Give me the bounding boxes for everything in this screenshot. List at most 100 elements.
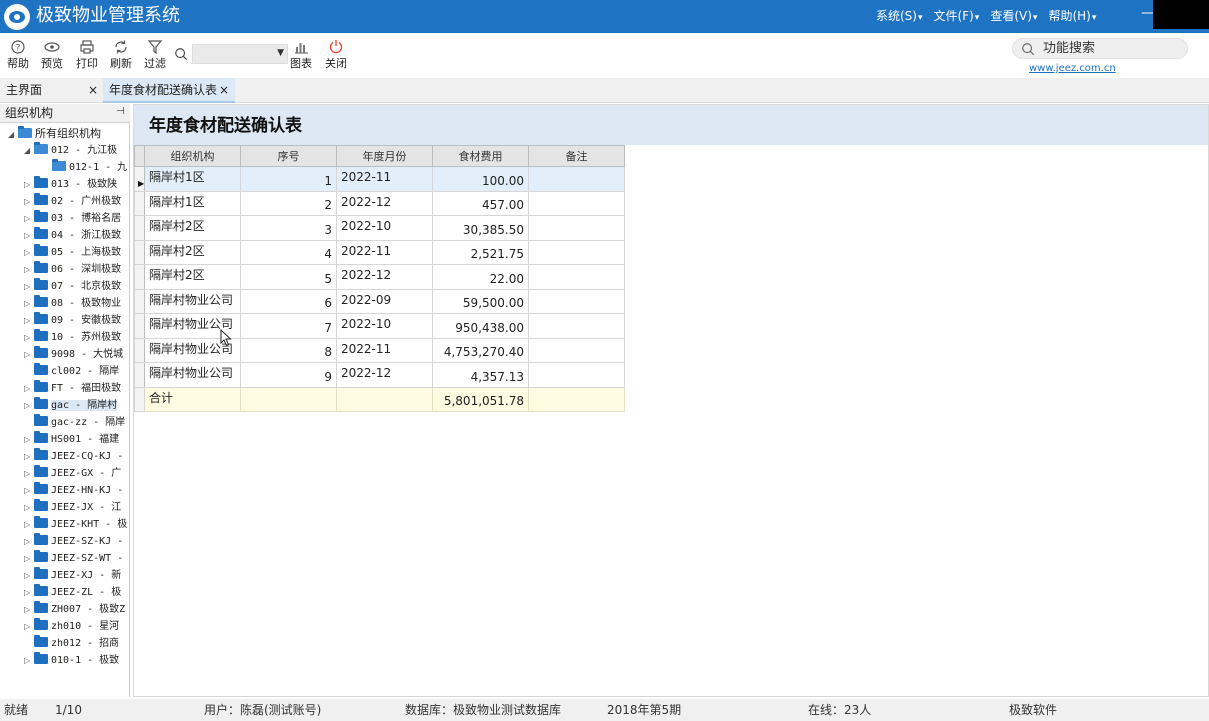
expand-icon[interactable]: ▷ bbox=[24, 261, 34, 278]
chevron-down-icon[interactable]: ▼ bbox=[277, 48, 284, 58]
expand-icon[interactable]: ▷ bbox=[24, 516, 34, 533]
refresh-button[interactable]: 刷新 bbox=[104, 37, 138, 71]
table-row[interactable]: 隔岸村物业公司 7 2022-10 950,438.00 bbox=[134, 313, 625, 339]
tree-node[interactable]: ▷ 9098 - 大悦城 bbox=[24, 346, 123, 363]
expand-icon[interactable]: ▷ bbox=[24, 601, 34, 618]
filter-button[interactable]: 过滤 bbox=[138, 37, 172, 71]
tree-node[interactable]: ▷ JEEZ-XJ - 新 bbox=[24, 567, 121, 584]
function-search-input[interactable]: 功能搜索 bbox=[1012, 38, 1188, 59]
collapse-icon[interactable]: ◢ bbox=[8, 126, 18, 143]
expand-icon[interactable]: ▷ bbox=[24, 533, 34, 550]
menu-system[interactable]: 系统(S) bbox=[876, 8, 923, 26]
folder-icon bbox=[34, 431, 48, 443]
table-row[interactable]: 隔岸村物业公司 6 2022-09 59,500.00 bbox=[134, 288, 625, 314]
tree-node[interactable]: ▷ JEEZ-CQ-KJ - bbox=[24, 448, 123, 465]
tree-node[interactable]: ▷ 10 - 苏州极致 bbox=[24, 329, 121, 346]
table-row[interactable]: 隔岸村2区 4 2022-11 2,521.75 bbox=[134, 239, 625, 265]
expand-icon[interactable]: ▷ bbox=[24, 499, 34, 516]
expand-icon[interactable]: ▷ bbox=[24, 465, 34, 482]
tree-node[interactable]: ▷ JEEZ-JX - 江 bbox=[24, 499, 121, 516]
table-row[interactable]: 隔岸村2区 5 2022-12 22.00 bbox=[134, 264, 625, 290]
table-row[interactable]: 隔岸村物业公司 8 2022-11 4,753,270.40 bbox=[134, 337, 625, 363]
tree-node[interactable]: ▷ 010-1 - 极致 bbox=[24, 652, 119, 669]
expand-icon[interactable]: ▷ bbox=[24, 550, 34, 567]
table-row[interactable]: 隔岸村1区 2 2022-12 457.00 bbox=[134, 190, 625, 216]
close-icon[interactable]: × bbox=[88, 78, 98, 103]
column-header-note[interactable]: 备注 bbox=[528, 145, 625, 167]
expand-icon[interactable]: ▷ bbox=[24, 652, 34, 669]
table-row[interactable]: 隔岸村2区 3 2022-10 30,385.50 bbox=[134, 215, 625, 241]
tree-node[interactable]: 012-1 - 九 bbox=[42, 159, 127, 176]
tree-node[interactable]: ▷ 08 - 极致物业 bbox=[24, 295, 121, 312]
tab-main[interactable]: 主界面 × bbox=[0, 78, 103, 103]
expand-icon[interactable]: ▷ bbox=[24, 618, 34, 635]
search-icon bbox=[1022, 43, 1035, 56]
tree-node[interactable]: ▷ FT - 福田极致 bbox=[24, 380, 121, 397]
tree-node[interactable]: ▷ 04 - 浙江极致 bbox=[24, 227, 121, 244]
tree-node[interactable]: ▷ 07 - 北京极致 bbox=[24, 278, 121, 295]
website-link[interactable]: www.jeez.com.cn bbox=[1029, 63, 1116, 74]
expand-icon[interactable]: ▷ bbox=[24, 295, 34, 312]
tree-node[interactable]: ▷ HS001 - 福建 bbox=[24, 431, 119, 448]
window-controls[interactable] bbox=[1153, 0, 1209, 29]
pin-icon[interactable]: ⊣ bbox=[116, 106, 125, 117]
table-row[interactable]: 隔岸村物业公司 9 2022-12 4,357.13 bbox=[134, 362, 625, 388]
preview-button[interactable]: 预览 bbox=[35, 37, 69, 71]
column-header-cost[interactable]: 食材费用 bbox=[432, 145, 529, 167]
close-report-button[interactable]: 关闭 bbox=[319, 37, 353, 71]
menu-file[interactable]: 文件(F) bbox=[934, 8, 980, 26]
tree-node[interactable]: cl002 - 隔岸 bbox=[24, 363, 119, 380]
column-header-seq[interactable]: 序号 bbox=[240, 145, 337, 167]
expand-icon[interactable]: ▷ bbox=[24, 584, 34, 601]
expand-icon[interactable]: ▷ bbox=[24, 567, 34, 584]
collapse-icon[interactable]: ◢ bbox=[24, 142, 34, 159]
print-button[interactable]: 打印 bbox=[70, 37, 104, 71]
tab-report[interactable]: 年度食材配送确认表 × bbox=[103, 78, 235, 103]
expand-icon[interactable]: ▷ bbox=[24, 193, 34, 210]
tree-node-selected[interactable]: ▷ gac - 隔岸村 bbox=[24, 397, 118, 414]
menu-help[interactable]: 帮助(H) bbox=[1048, 8, 1096, 26]
tree-node[interactable]: ▷ ZH007 - 极致Z bbox=[24, 601, 125, 618]
expand-icon[interactable]: ▷ bbox=[24, 380, 34, 397]
expand-icon[interactable]: ▷ bbox=[24, 346, 34, 363]
tree-node[interactable]: ▷ JEEZ-HN-KJ - bbox=[24, 482, 123, 499]
close-icon[interactable]: × bbox=[219, 78, 229, 103]
expand-icon[interactable]: ▷ bbox=[24, 278, 34, 295]
tree-node[interactable]: ▷ 06 - 深圳极致 bbox=[24, 261, 121, 278]
tree-node[interactable]: gac-zz - 隔岸 bbox=[24, 414, 125, 431]
tree-node[interactable]: ▷ JEEZ-KHT - 极 bbox=[24, 516, 127, 533]
expand-icon[interactable]: ▷ bbox=[24, 227, 34, 244]
tree-node[interactable]: ▷ JEEZ-SZ-KJ - bbox=[24, 533, 123, 550]
tree-node[interactable]: ▷ zh010 - 星河 bbox=[24, 618, 119, 635]
help-button[interactable]: ? 帮助 bbox=[1, 37, 35, 71]
expand-icon[interactable]: ▷ bbox=[24, 176, 34, 193]
expand-icon[interactable]: ▷ bbox=[24, 397, 34, 414]
tree-node[interactable]: ▷ 02 - 广州极致 bbox=[24, 193, 121, 210]
menu-view[interactable]: 查看(V) bbox=[990, 8, 1037, 26]
tree-node-root[interactable]: ◢ 所有组织机构 bbox=[8, 125, 101, 142]
column-header-org[interactable]: 组织机构 bbox=[144, 145, 241, 167]
folder-icon bbox=[34, 516, 48, 528]
tree-node[interactable]: ▷ JEEZ-SZ-WT - bbox=[24, 550, 123, 567]
tree-node[interactable]: ▷ 03 - 博裕名居 bbox=[24, 210, 121, 227]
column-header-month[interactable]: 年度月份 bbox=[336, 145, 433, 167]
folder-open-icon bbox=[18, 126, 32, 138]
chart-button[interactable]: 图表 bbox=[284, 37, 318, 71]
tree-node[interactable]: ▷ 013 - 极致陕 bbox=[24, 176, 117, 193]
tree-node[interactable]: zh012 - 招商 bbox=[24, 635, 119, 652]
expand-icon[interactable]: ▷ bbox=[24, 312, 34, 329]
expand-icon[interactable]: ▷ bbox=[24, 244, 34, 261]
tree-node[interactable]: ▷ 09 - 安徽极致 bbox=[24, 312, 121, 329]
expand-icon[interactable]: ▷ bbox=[24, 329, 34, 346]
tree-node[interactable]: ▷ JEEZ-ZL - 极 bbox=[24, 584, 121, 601]
expand-icon[interactable]: ▷ bbox=[24, 431, 34, 448]
tree-node[interactable]: ▷ 05 - 上海极致 bbox=[24, 244, 121, 261]
expand-icon[interactable]: ▷ bbox=[24, 210, 34, 227]
tree-node[interactable]: ▷ JEEZ-GX - 广 bbox=[24, 465, 121, 482]
row-indicator bbox=[134, 313, 145, 339]
tree-node[interactable]: ◢ 012 - 九江极 bbox=[24, 142, 117, 159]
table-row[interactable]: ▶ 隔岸村1区 1 2022-11 100.00 bbox=[134, 166, 625, 192]
expand-icon[interactable]: ▷ bbox=[24, 448, 34, 465]
search-combobox[interactable]: ▼ bbox=[192, 44, 288, 64]
expand-icon[interactable]: ▷ bbox=[24, 482, 34, 499]
